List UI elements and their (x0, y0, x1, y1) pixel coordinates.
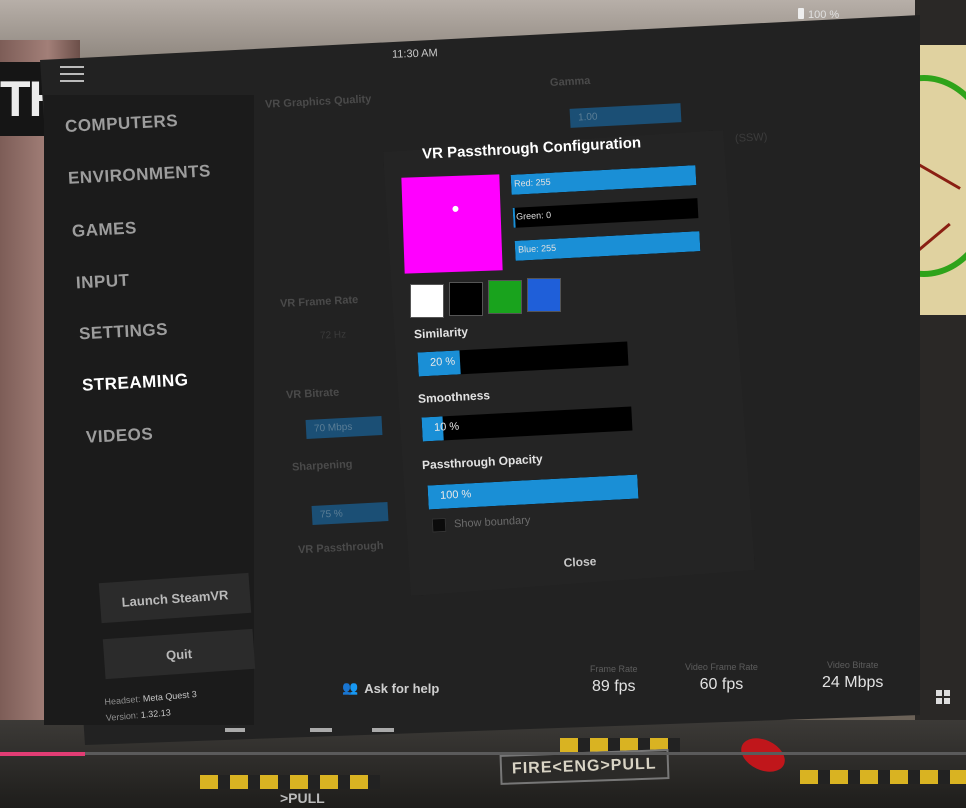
video-frame-rate-stat-label: Video Frame Rate (685, 662, 758, 672)
frame-rate-stat: Frame Rate 89 fps (590, 664, 638, 696)
hamburger-menu-icon[interactable] (60, 66, 84, 84)
sidebar-item-input[interactable]: INPUT (76, 271, 130, 294)
headset-label: Headset: (104, 693, 141, 708)
footer-mark (225, 728, 245, 732)
close-button[interactable]: Close (544, 548, 615, 576)
headset-value: Meta Quest 3 (142, 689, 198, 704)
gamma-label: Gamma (549, 74, 591, 90)
battery-level: 100 % (808, 9, 840, 21)
help-chat-icon: 👥 (342, 680, 359, 695)
frame-rate-value[interactable]: 72 Hz (320, 329, 347, 341)
smoothness-value: 10 % (433, 420, 460, 434)
version-label: Version: (105, 710, 139, 723)
bitrate-input[interactable]: 70 Mbps (305, 416, 383, 439)
ask-for-help-label: Ask for help (364, 680, 440, 696)
video-progress-fill (0, 752, 85, 756)
brand-logo: TH (0, 62, 44, 136)
preset-green[interactable] (488, 280, 522, 314)
windows-icon[interactable] (936, 690, 950, 704)
hazard-stripe (800, 770, 966, 784)
preset-blue[interactable] (527, 278, 561, 312)
video-bitrate-stat-label: Video Bitrate (827, 660, 879, 670)
hazard-stripe (200, 775, 380, 789)
battery-icon (798, 8, 804, 19)
show-boundary-checkbox[interactable] (431, 517, 447, 533)
show-boundary-label: Show boundary (453, 514, 531, 531)
footer-mark (310, 728, 332, 732)
similarity-label: Similarity (413, 324, 469, 342)
video-frame-rate-stat-value: 60 fps (699, 676, 744, 693)
video-frame-rate-stat: Video Frame Rate 60 fps (685, 662, 758, 694)
key-color-swatch[interactable] (401, 174, 503, 274)
video-progress-track[interactable] (0, 752, 966, 755)
sharpening-input[interactable]: 75 % (311, 502, 389, 525)
video-bitrate-stat-value: 24 Mbps (822, 674, 884, 691)
clock: 11:30 AM (391, 47, 438, 61)
frame-rate-stat-label: Frame Rate (590, 664, 638, 674)
version-value: 1.32.13 (140, 707, 172, 720)
footer-mark (372, 728, 394, 732)
battery-status: 100 % (798, 8, 839, 21)
red-slider-label: Red: 255 (513, 176, 551, 189)
pull-placard: >PULL (280, 790, 325, 806)
opacity-value: 100 % (439, 488, 472, 502)
preset-black[interactable] (449, 282, 483, 316)
frame-rate-stat-value: 89 fps (591, 678, 636, 695)
similarity-value: 20 % (429, 355, 456, 369)
sidebar-item-videos[interactable]: VIDEOS (86, 424, 154, 447)
sidebar-item-games[interactable]: GAMES (72, 218, 138, 241)
video-bitrate-stat: Video Bitrate 24 Mbps (822, 660, 883, 692)
ssw-label: (SSW) (734, 131, 768, 145)
blue-slider-label: Blue: 255 (517, 242, 557, 255)
preset-white[interactable] (410, 284, 444, 318)
ask-for-help-button[interactable]: 👥 Ask for help (342, 680, 439, 696)
color-picker-cursor[interactable] (452, 205, 459, 212)
green-slider-label: Green: 0 (515, 209, 552, 222)
